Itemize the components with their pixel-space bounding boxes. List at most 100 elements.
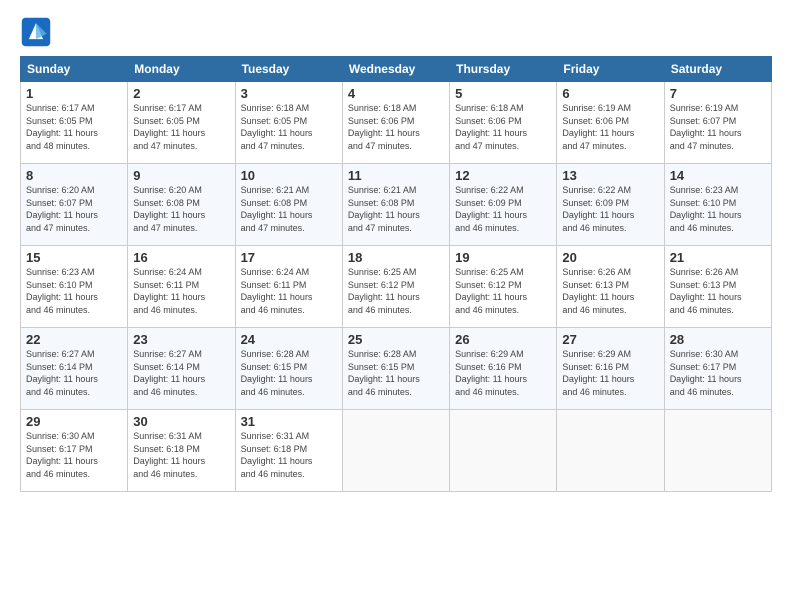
calendar-cell: 9Sunrise: 6:20 AM Sunset: 6:08 PM Daylig… (128, 164, 235, 246)
week-row-2: 8Sunrise: 6:20 AM Sunset: 6:07 PM Daylig… (21, 164, 772, 246)
day-number: 8 (26, 168, 122, 183)
day-number: 7 (670, 86, 766, 101)
day-info: Sunrise: 6:20 AM Sunset: 6:08 PM Dayligh… (133, 184, 229, 234)
day-number: 2 (133, 86, 229, 101)
calendar-cell (664, 410, 771, 492)
day-number: 26 (455, 332, 551, 347)
week-row-5: 29Sunrise: 6:30 AM Sunset: 6:17 PM Dayli… (21, 410, 772, 492)
day-number: 13 (562, 168, 658, 183)
day-number: 10 (241, 168, 337, 183)
day-info: Sunrise: 6:18 AM Sunset: 6:06 PM Dayligh… (348, 102, 444, 152)
day-info: Sunrise: 6:22 AM Sunset: 6:09 PM Dayligh… (562, 184, 658, 234)
calendar-cell: 30Sunrise: 6:31 AM Sunset: 6:18 PM Dayli… (128, 410, 235, 492)
day-number: 1 (26, 86, 122, 101)
calendar-cell: 6Sunrise: 6:19 AM Sunset: 6:06 PM Daylig… (557, 82, 664, 164)
calendar-cell: 31Sunrise: 6:31 AM Sunset: 6:18 PM Dayli… (235, 410, 342, 492)
day-number: 25 (348, 332, 444, 347)
day-number: 5 (455, 86, 551, 101)
day-number: 9 (133, 168, 229, 183)
day-info: Sunrise: 6:27 AM Sunset: 6:14 PM Dayligh… (26, 348, 122, 398)
day-info: Sunrise: 6:19 AM Sunset: 6:06 PM Dayligh… (562, 102, 658, 152)
calendar-cell: 16Sunrise: 6:24 AM Sunset: 6:11 PM Dayli… (128, 246, 235, 328)
day-number: 12 (455, 168, 551, 183)
calendar-cell: 1Sunrise: 6:17 AM Sunset: 6:05 PM Daylig… (21, 82, 128, 164)
day-info: Sunrise: 6:22 AM Sunset: 6:09 PM Dayligh… (455, 184, 551, 234)
day-number: 17 (241, 250, 337, 265)
day-number: 22 (26, 332, 122, 347)
page: SundayMondayTuesdayWednesdayThursdayFrid… (0, 0, 792, 612)
day-info: Sunrise: 6:25 AM Sunset: 6:12 PM Dayligh… (348, 266, 444, 316)
day-info: Sunrise: 6:31 AM Sunset: 6:18 PM Dayligh… (241, 430, 337, 480)
calendar-cell: 22Sunrise: 6:27 AM Sunset: 6:14 PM Dayli… (21, 328, 128, 410)
day-info: Sunrise: 6:18 AM Sunset: 6:05 PM Dayligh… (241, 102, 337, 152)
day-info: Sunrise: 6:29 AM Sunset: 6:16 PM Dayligh… (455, 348, 551, 398)
calendar-cell: 11Sunrise: 6:21 AM Sunset: 6:08 PM Dayli… (342, 164, 449, 246)
calendar-cell: 18Sunrise: 6:25 AM Sunset: 6:12 PM Dayli… (342, 246, 449, 328)
day-number: 23 (133, 332, 229, 347)
day-info: Sunrise: 6:21 AM Sunset: 6:08 PM Dayligh… (241, 184, 337, 234)
logo (20, 16, 56, 48)
day-header-sunday: Sunday (21, 57, 128, 82)
day-info: Sunrise: 6:25 AM Sunset: 6:12 PM Dayligh… (455, 266, 551, 316)
day-info: Sunrise: 6:17 AM Sunset: 6:05 PM Dayligh… (133, 102, 229, 152)
day-info: Sunrise: 6:30 AM Sunset: 6:17 PM Dayligh… (26, 430, 122, 480)
day-number: 30 (133, 414, 229, 429)
week-row-3: 15Sunrise: 6:23 AM Sunset: 6:10 PM Dayli… (21, 246, 772, 328)
day-info: Sunrise: 6:20 AM Sunset: 6:07 PM Dayligh… (26, 184, 122, 234)
calendar-header-row: SundayMondayTuesdayWednesdayThursdayFrid… (21, 57, 772, 82)
calendar-cell: 27Sunrise: 6:29 AM Sunset: 6:16 PM Dayli… (557, 328, 664, 410)
day-info: Sunrise: 6:23 AM Sunset: 6:10 PM Dayligh… (26, 266, 122, 316)
calendar-cell: 14Sunrise: 6:23 AM Sunset: 6:10 PM Dayli… (664, 164, 771, 246)
calendar-cell: 7Sunrise: 6:19 AM Sunset: 6:07 PM Daylig… (664, 82, 771, 164)
day-number: 31 (241, 414, 337, 429)
day-number: 16 (133, 250, 229, 265)
calendar-body: 1Sunrise: 6:17 AM Sunset: 6:05 PM Daylig… (21, 82, 772, 492)
day-number: 4 (348, 86, 444, 101)
week-row-4: 22Sunrise: 6:27 AM Sunset: 6:14 PM Dayli… (21, 328, 772, 410)
day-number: 3 (241, 86, 337, 101)
day-number: 27 (562, 332, 658, 347)
calendar-table: SundayMondayTuesdayWednesdayThursdayFrid… (20, 56, 772, 492)
day-info: Sunrise: 6:28 AM Sunset: 6:15 PM Dayligh… (348, 348, 444, 398)
day-info: Sunrise: 6:29 AM Sunset: 6:16 PM Dayligh… (562, 348, 658, 398)
calendar-cell: 8Sunrise: 6:20 AM Sunset: 6:07 PM Daylig… (21, 164, 128, 246)
week-row-1: 1Sunrise: 6:17 AM Sunset: 6:05 PM Daylig… (21, 82, 772, 164)
day-number: 28 (670, 332, 766, 347)
day-info: Sunrise: 6:31 AM Sunset: 6:18 PM Dayligh… (133, 430, 229, 480)
day-number: 19 (455, 250, 551, 265)
day-number: 24 (241, 332, 337, 347)
calendar-cell: 29Sunrise: 6:30 AM Sunset: 6:17 PM Dayli… (21, 410, 128, 492)
calendar-cell (557, 410, 664, 492)
day-number: 20 (562, 250, 658, 265)
day-number: 18 (348, 250, 444, 265)
calendar-cell: 25Sunrise: 6:28 AM Sunset: 6:15 PM Dayli… (342, 328, 449, 410)
calendar-cell: 3Sunrise: 6:18 AM Sunset: 6:05 PM Daylig… (235, 82, 342, 164)
logo-icon (20, 16, 52, 48)
calendar-cell: 5Sunrise: 6:18 AM Sunset: 6:06 PM Daylig… (450, 82, 557, 164)
day-header-friday: Friday (557, 57, 664, 82)
calendar-cell: 20Sunrise: 6:26 AM Sunset: 6:13 PM Dayli… (557, 246, 664, 328)
day-header-monday: Monday (128, 57, 235, 82)
day-number: 6 (562, 86, 658, 101)
day-info: Sunrise: 6:19 AM Sunset: 6:07 PM Dayligh… (670, 102, 766, 152)
calendar-cell: 2Sunrise: 6:17 AM Sunset: 6:05 PM Daylig… (128, 82, 235, 164)
calendar-cell: 17Sunrise: 6:24 AM Sunset: 6:11 PM Dayli… (235, 246, 342, 328)
day-info: Sunrise: 6:17 AM Sunset: 6:05 PM Dayligh… (26, 102, 122, 152)
day-number: 11 (348, 168, 444, 183)
day-info: Sunrise: 6:24 AM Sunset: 6:11 PM Dayligh… (241, 266, 337, 316)
day-header-saturday: Saturday (664, 57, 771, 82)
day-header-wednesday: Wednesday (342, 57, 449, 82)
day-header-tuesday: Tuesday (235, 57, 342, 82)
day-info: Sunrise: 6:27 AM Sunset: 6:14 PM Dayligh… (133, 348, 229, 398)
calendar-cell (342, 410, 449, 492)
calendar-cell: 24Sunrise: 6:28 AM Sunset: 6:15 PM Dayli… (235, 328, 342, 410)
calendar-cell: 12Sunrise: 6:22 AM Sunset: 6:09 PM Dayli… (450, 164, 557, 246)
day-info: Sunrise: 6:26 AM Sunset: 6:13 PM Dayligh… (670, 266, 766, 316)
day-header-thursday: Thursday (450, 57, 557, 82)
day-info: Sunrise: 6:21 AM Sunset: 6:08 PM Dayligh… (348, 184, 444, 234)
calendar-cell: 13Sunrise: 6:22 AM Sunset: 6:09 PM Dayli… (557, 164, 664, 246)
day-info: Sunrise: 6:18 AM Sunset: 6:06 PM Dayligh… (455, 102, 551, 152)
calendar-cell: 23Sunrise: 6:27 AM Sunset: 6:14 PM Dayli… (128, 328, 235, 410)
calendar-cell: 21Sunrise: 6:26 AM Sunset: 6:13 PM Dayli… (664, 246, 771, 328)
day-number: 15 (26, 250, 122, 265)
